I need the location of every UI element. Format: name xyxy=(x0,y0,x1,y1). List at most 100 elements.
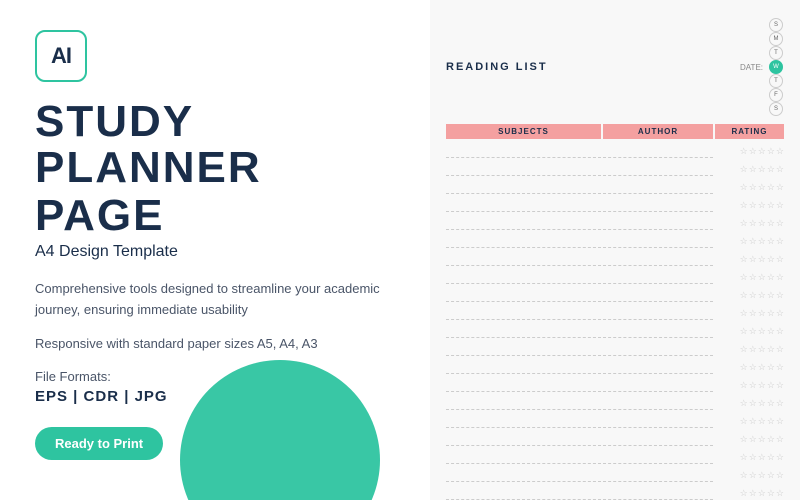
star-icon: ☆ xyxy=(758,380,766,391)
rating-stars: ☆☆☆☆☆ xyxy=(715,488,784,499)
star-icon: ☆ xyxy=(740,488,748,499)
rating-stars: ☆☆☆☆☆ xyxy=(715,416,784,427)
star-icon: ☆ xyxy=(776,380,784,391)
ready-to-print-button[interactable]: Ready to Print xyxy=(35,427,163,460)
star-icon: ☆ xyxy=(758,182,766,193)
star-icon: ☆ xyxy=(740,308,748,319)
subject-line xyxy=(446,342,601,356)
reading-row: ☆☆☆☆☆ xyxy=(446,359,784,375)
star-icon: ☆ xyxy=(740,452,748,463)
star-icon: ☆ xyxy=(749,488,757,499)
subject-line xyxy=(446,252,601,266)
star-icon: ☆ xyxy=(758,488,766,499)
star-icon: ☆ xyxy=(749,164,757,175)
subject-line xyxy=(446,270,601,284)
star-icon: ☆ xyxy=(758,362,766,373)
subject-line xyxy=(446,180,601,194)
star-icon: ☆ xyxy=(776,344,784,355)
star-icon: ☆ xyxy=(740,434,748,445)
subject-line xyxy=(446,432,601,446)
date-label: DATE: xyxy=(740,63,763,72)
star-icon: ☆ xyxy=(758,290,766,301)
author-line xyxy=(603,306,713,320)
reading-row: ☆☆☆☆☆ xyxy=(446,269,784,285)
reading-rows: ☆☆☆☆☆☆☆☆☆☆☆☆☆☆☆☆☆☆☆☆☆☆☆☆☆☆☆☆☆☆☆☆☆☆☆☆☆☆☆☆… xyxy=(446,143,784,500)
date-circle-w3: W xyxy=(769,60,783,74)
subject-line xyxy=(446,396,601,410)
right-panel: READING LIST DATE: SMTWTFS SUBJECTS AUTH… xyxy=(430,0,800,500)
rating-stars: ☆☆☆☆☆ xyxy=(715,452,784,463)
subject-line xyxy=(446,288,601,302)
author-line xyxy=(603,450,713,464)
star-icon: ☆ xyxy=(740,344,748,355)
star-icon: ☆ xyxy=(749,218,757,229)
reading-row: ☆☆☆☆☆ xyxy=(446,287,784,303)
star-icon: ☆ xyxy=(758,470,766,481)
subject-line xyxy=(446,360,601,374)
star-icon: ☆ xyxy=(767,344,775,355)
author-line xyxy=(603,396,713,410)
star-icon: ☆ xyxy=(776,398,784,409)
star-icon: ☆ xyxy=(740,218,748,229)
author-line xyxy=(603,198,713,212)
subject-line xyxy=(446,486,601,500)
star-icon: ☆ xyxy=(767,254,775,265)
subject-line xyxy=(446,450,601,464)
star-icon: ☆ xyxy=(749,452,757,463)
date-circle-m1: M xyxy=(769,32,783,46)
rating-stars: ☆☆☆☆☆ xyxy=(715,200,784,211)
star-icon: ☆ xyxy=(749,272,757,283)
reading-row: ☆☆☆☆☆ xyxy=(446,449,784,465)
star-icon: ☆ xyxy=(776,146,784,157)
author-line xyxy=(603,288,713,302)
star-icon: ☆ xyxy=(749,200,757,211)
author-line xyxy=(603,216,713,230)
star-icon: ☆ xyxy=(767,236,775,247)
star-icon: ☆ xyxy=(749,344,757,355)
star-icon: ☆ xyxy=(740,326,748,337)
star-icon: ☆ xyxy=(749,380,757,391)
star-icon: ☆ xyxy=(776,434,784,445)
description: Comprehensive tools designed to streamli… xyxy=(35,279,395,321)
rating-stars: ☆☆☆☆☆ xyxy=(715,380,784,391)
star-icon: ☆ xyxy=(758,398,766,409)
subject-line xyxy=(446,468,601,482)
star-icon: ☆ xyxy=(749,182,757,193)
date-circle-t2: T xyxy=(769,46,783,60)
reading-list-header: READING LIST DATE: SMTWTFS xyxy=(446,18,784,116)
reading-row: ☆☆☆☆☆ xyxy=(446,215,784,231)
date-circle-s6: S xyxy=(769,102,783,116)
star-icon: ☆ xyxy=(758,164,766,175)
star-icon: ☆ xyxy=(767,434,775,445)
star-icon: ☆ xyxy=(749,398,757,409)
star-icon: ☆ xyxy=(767,290,775,301)
reading-row: ☆☆☆☆☆ xyxy=(446,485,784,500)
star-icon: ☆ xyxy=(758,218,766,229)
star-icon: ☆ xyxy=(758,254,766,265)
left-panel: AI STUDY PLANNER PAGE A4 Design Template… xyxy=(0,0,430,500)
subject-line xyxy=(446,198,601,212)
rating-stars: ☆☆☆☆☆ xyxy=(715,470,784,481)
star-icon: ☆ xyxy=(776,164,784,175)
subject-line xyxy=(446,162,601,176)
star-icon: ☆ xyxy=(767,218,775,229)
star-icon: ☆ xyxy=(767,308,775,319)
author-line xyxy=(603,378,713,392)
rating-stars: ☆☆☆☆☆ xyxy=(715,146,784,157)
star-icon: ☆ xyxy=(758,344,766,355)
star-icon: ☆ xyxy=(749,362,757,373)
star-icon: ☆ xyxy=(740,290,748,301)
star-icon: ☆ xyxy=(749,416,757,427)
author-line xyxy=(603,414,713,428)
reading-row: ☆☆☆☆☆ xyxy=(446,233,784,249)
star-icon: ☆ xyxy=(776,218,784,229)
reading-list-title: READING LIST xyxy=(446,61,548,73)
star-icon: ☆ xyxy=(758,452,766,463)
date-circle-t4: T xyxy=(769,74,783,88)
rating-stars: ☆☆☆☆☆ xyxy=(715,236,784,247)
subject-line xyxy=(446,144,601,158)
date-circles: SMTWTFS xyxy=(768,18,784,116)
col-rating-header: RATING xyxy=(715,124,784,139)
star-icon: ☆ xyxy=(749,146,757,157)
col-author-header: AUTHOR xyxy=(603,124,713,139)
